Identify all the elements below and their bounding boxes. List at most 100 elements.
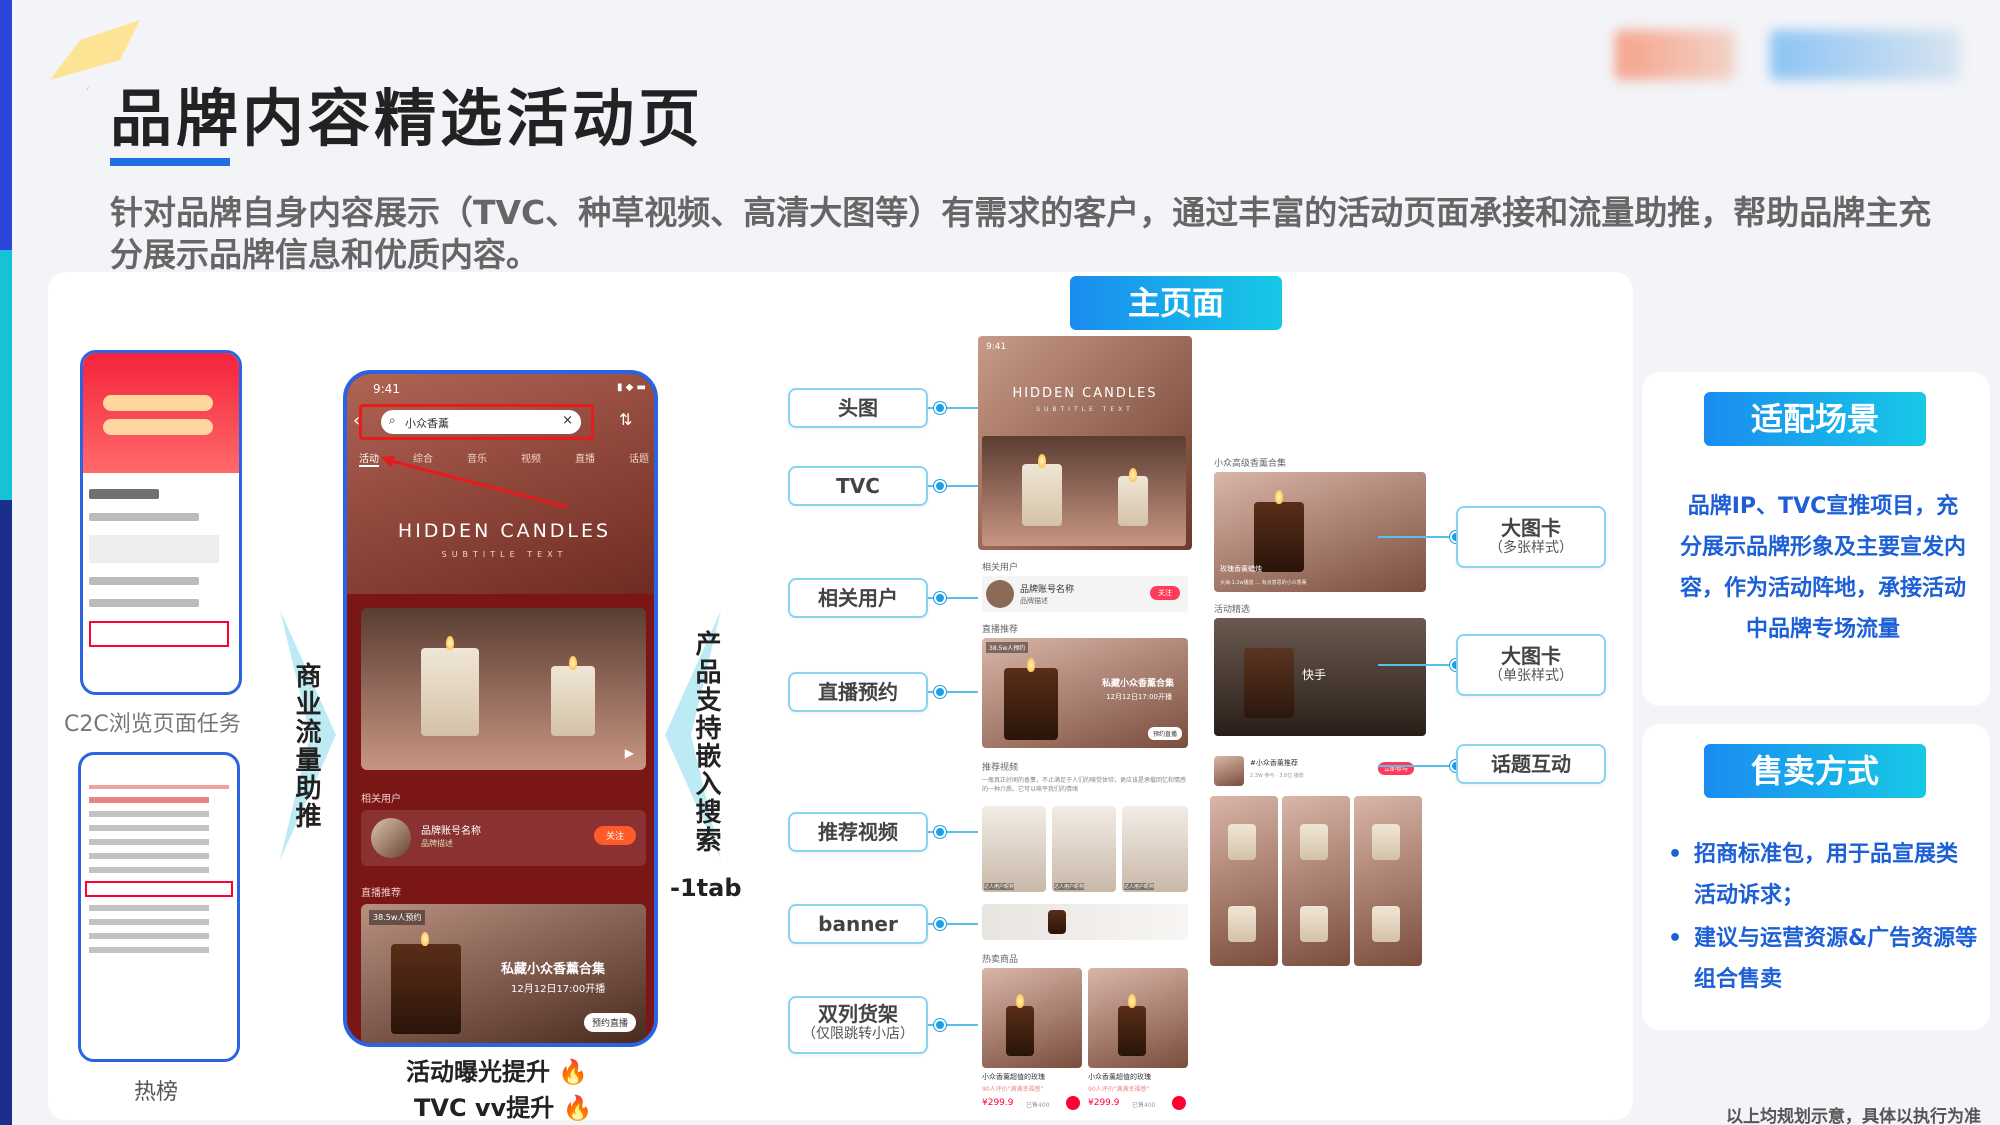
left-accent-bar [0,500,12,1125]
tag-two-column-shelf: 双列货架 （仅限跳转小店） [788,996,928,1054]
live-recommend-label: 直播推荐 [361,888,401,899]
rec-video-thumb[interactable]: 达人用户昵称 [1052,806,1116,892]
tvc-vv-boost-line: TVC vv提升 🔥 [414,1094,593,1122]
left-accent-bar [0,0,12,250]
live-badge: 38.5w人预约 [369,910,426,925]
c2c-phone-thumbnail [80,350,242,695]
left-accent-bar [0,250,12,500]
tvc-video[interactable]: ▶ [361,608,646,770]
tag-recommended-videos: 推荐视频 [788,812,928,852]
reserve-live-button[interactable]: 预约直播 [583,1013,636,1032]
hero-subtitle: SUBTITLE TEXT [441,550,568,559]
search-icon: ⌕ [389,413,396,427]
related-user-row[interactable]: 品牌账号名称 品牌描述 关注 [361,810,646,866]
connector-line [1378,664,1458,666]
main-page-screenshot: 9:41 HIDDEN CANDLES SUBTITLE TEXT 相关用户 品… [978,336,1192,1116]
banner[interactable] [982,904,1188,940]
search-query-text: 小众香薰 [405,417,449,430]
hero-title: HIDDEN CANDLES [397,520,612,542]
tvc-frame[interactable] [982,436,1186,546]
fire-icon: 🔥 [558,1058,589,1086]
annotation-arrow-icon [381,456,568,509]
blurred-logo [1615,30,1735,80]
cart-icon[interactable] [1172,1096,1186,1110]
tag-tvc: TVC [788,466,928,506]
page-description: 针对品牌自身内容展示（TVC、种草视频、高清大图等）有需求的客户，通过丰富的活动… [110,193,1932,274]
live-card[interactable]: 38.5w人预约 私藏小众香薰合集 12月12日17:00开播 预约直播 [361,904,646,1043]
connector-dot [934,686,946,698]
kuaishou-logo: 快手 [1302,668,1327,682]
connector-dot [934,480,946,492]
tab-live[interactable]: 直播 [575,450,595,467]
tag-big-card-multi: 大图卡 （多张样式） [1456,506,1606,568]
back-icon[interactable]: ‹ [353,410,360,431]
product-image[interactable] [982,968,1082,1068]
follow-button[interactable]: 关注 [593,826,636,845]
tag-live-reservation: 直播预约 [788,672,928,712]
list-item: • 招商标准包，用于品宣展类活动诉求； [1668,842,1959,908]
search-embed-suffix: -1tab [670,874,742,902]
avatar [986,580,1014,608]
connector-dot [934,826,946,838]
tag-banner: banner [788,904,928,944]
tab-topic[interactable]: 话题 [629,450,649,467]
filter-icon[interactable]: ⇅ [619,410,632,429]
footer-note: 以上均规划示意，具体以执行为准 [1726,1107,1981,1125]
clear-icon[interactable]: × [562,413,573,428]
live-title: 私藏小众香薰合集 [501,962,606,977]
connector-dot [934,402,946,414]
scenario-title: 适配场景 [1704,392,1926,446]
c2c-caption: C2C浏览页面任务 [64,712,241,737]
tag-related-users: 相关用户 [788,578,928,618]
hot-list-phone-thumbnail [78,752,240,1062]
connector-dot [934,1019,946,1031]
sales-method-title: 售卖方式 [1704,744,1926,798]
tab-activity[interactable]: 活动 [359,450,379,467]
related-user-row[interactable]: 品牌账号名称 品牌描述 关注 [982,576,1188,612]
connector-line [1378,536,1458,538]
related-user-label: 相关用户 [361,794,401,805]
main-page-label: 主页面 [1070,276,1282,330]
status-icons: ▮ ◆ ▬ [617,382,646,393]
scenario-body: 品牌IP、TVC宣推项目，充分展示品牌形象及主要宣发内容，作为活动阵地，承接活动… [1679,494,1966,642]
topic-grid-image[interactable] [1282,796,1350,966]
rec-video-thumb[interactable]: 达人用户昵称 [982,806,1046,892]
play-icon[interactable]: ▶ [625,746,634,760]
sales-method-card: 售卖方式 • 招商标准包，用于品宣展类活动诉求； • 建议与运营资源&广告资源等组合… [1642,724,1990,1030]
connector-dot [934,918,946,930]
fire-icon: 🔥 [562,1094,593,1122]
single-image-card[interactable]: 快手 [1214,618,1426,736]
join-topic-button[interactable]: 立即参与 [1378,762,1415,775]
avatar [371,818,411,858]
hot-list-caption: 热榜 [134,1080,179,1105]
rec-video-thumb[interactable]: 达人用户昵称 [1122,806,1188,892]
topic-thumb [1214,756,1244,786]
header-image: 9:41 HIDDEN CANDLES SUBTITLE TEXT [978,336,1192,550]
connector-dot [934,592,946,604]
tag-big-card-single: 大图卡 （单张样式） [1456,634,1606,696]
sales-method-list: • 招商标准包，用于品宣展类活动诉求； • 建议与运营资源&广告资源等组合售卖 [1668,834,1978,1000]
slide: 品牌内容精选活动页 针对品牌自身内容展示（TVC、种草视频、高清大图等）有需求的… [0,0,2000,1125]
blurred-logo [1770,30,1960,80]
multi-image-card[interactable]: 玫瑰香薰蜡烛 大海·1.2w播放 ... 有点意思的小众香薰 [1214,472,1426,592]
search-activity-phone: 9:41 ▮ ◆ ▬ ‹ ⌕ 小众香薰 × ⇅ 活动 综合 音乐 视频 直播 话… [343,370,658,1047]
page-title: 品牌内容精选活动页 [110,82,705,155]
list-item: • 建议与运营资源&广告资源等组合售卖 [1668,926,1978,992]
tag-topic-interaction: 话题互动 [1456,744,1606,784]
business-traffic-label: 商业流量助推 [291,662,321,830]
topic-grid-image[interactable] [1210,796,1278,966]
search-embed-label: 产品支持嵌入搜索 [691,630,721,854]
scenario-card: 适配场景 品牌IP、TVC宣推项目，充分展示品牌形象及主要宣发内容，作为活动阵地… [1642,372,1990,706]
live-card[interactable]: 38.5w人预约 私藏小众香薰合集 12月12日17:00开播 预约直播 [982,638,1188,748]
search-input[interactable]: ⌕ 小众香薰 × [381,410,581,434]
title-underline [110,158,230,166]
product-image[interactable] [1088,968,1188,1068]
user-name: 品牌账号名称 [421,826,481,837]
tag-header-image: 头图 [788,388,928,428]
user-desc: 品牌描述 [421,839,453,848]
topic-grid-image[interactable] [1354,796,1422,966]
status-time: 9:41 [373,382,400,396]
follow-button[interactable]: 关注 [1150,586,1180,600]
cart-icon[interactable] [1066,1096,1080,1110]
live-time: 12月12日17:00开播 [511,984,606,995]
